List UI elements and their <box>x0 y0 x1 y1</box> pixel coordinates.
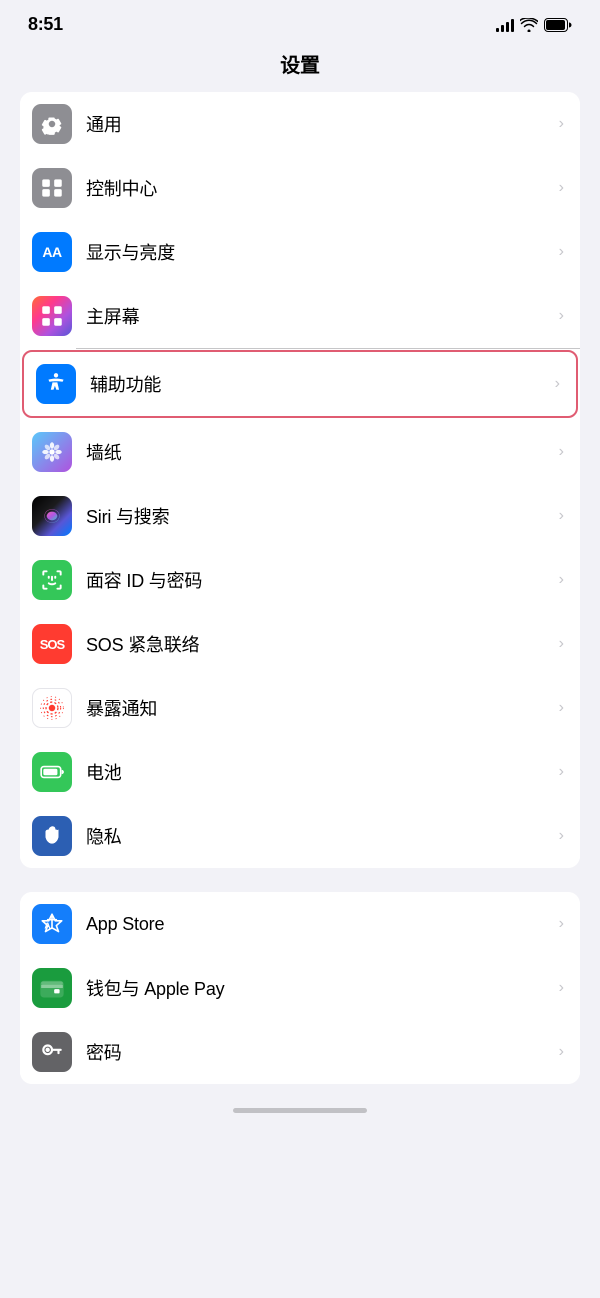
settings-row-control-center[interactable]: 控制中心 › <box>20 156 580 220</box>
settings-row-wallet[interactable]: 钱包与 Apple Pay › <box>20 956 580 1020</box>
grid-icon <box>39 303 65 329</box>
battery-settings-icon-wrap <box>32 752 72 792</box>
accessibility-icon <box>43 371 69 397</box>
display-label: 显示与亮度 <box>86 239 555 265</box>
sos-icon: SOS <box>40 637 64 652</box>
svg-text:A: A <box>44 920 51 930</box>
settings-row-display[interactable]: AA 显示与亮度 › <box>20 220 580 284</box>
exposure-icon-wrap <box>32 688 72 728</box>
page-title-bar: 设置 <box>0 43 600 92</box>
status-icons <box>496 18 572 32</box>
settings-row-wallpaper[interactable]: 墙纸 › <box>20 420 580 484</box>
wallpaper-label: 墙纸 <box>86 439 555 465</box>
gear-icon <box>39 111 65 137</box>
sos-icon-wrap: SOS <box>32 624 72 664</box>
settings-row-general[interactable]: 通用 › <box>20 92 580 156</box>
key-icon <box>39 1039 65 1065</box>
exposure-label: 暴露通知 <box>86 695 555 721</box>
home-screen-chevron: › <box>559 307 564 325</box>
control-center-chevron: › <box>559 179 564 197</box>
home-screen-icon-wrap <box>32 296 72 336</box>
control-center-label: 控制中心 <box>86 175 555 201</box>
section-1: 通用 › 控制中心 › AA 显示与亮度 › <box>20 92 580 868</box>
battery-chevron: › <box>559 763 564 781</box>
siri-icon <box>39 503 65 529</box>
wallpaper-icon-wrap <box>32 432 72 472</box>
page-title: 设置 <box>280 55 319 77</box>
home-indicator <box>233 1108 367 1113</box>
general-icon-wrap <box>32 104 72 144</box>
privacy-icon-wrap <box>32 816 72 856</box>
appstore-label: App Store <box>86 914 555 935</box>
display-chevron: › <box>559 243 564 261</box>
settings-row-face-id[interactable]: 面容 ID 与密码 › <box>20 548 580 612</box>
status-time: 8:51 <box>28 14 63 35</box>
passwords-chevron: › <box>559 1043 564 1061</box>
control-center-icon-wrap <box>32 168 72 208</box>
passwords-label: 密码 <box>86 1039 555 1065</box>
section-2: A App Store › 钱包与 Apple Pay › 密码 <box>20 892 580 1084</box>
appstore-icon-wrap: A <box>32 904 72 944</box>
battery-settings-icon <box>39 759 65 785</box>
exposure-chevron: › <box>559 699 564 717</box>
privacy-label: 隐私 <box>86 823 555 849</box>
sos-chevron: › <box>559 635 564 653</box>
face-id-icon-wrap <box>32 560 72 600</box>
privacy-chevron: › <box>559 827 564 845</box>
settings-row-battery[interactable]: 电池 › <box>20 740 580 804</box>
passwords-icon-wrap <box>32 1032 72 1072</box>
settings-row-sos[interactable]: SOS SOS 紧急联络 › <box>20 612 580 676</box>
settings-row-accessibility[interactable]: 辅助功能 › <box>22 350 578 418</box>
wallet-label: 钱包与 Apple Pay <box>86 975 555 1001</box>
wallet-icon-wrap <box>32 968 72 1008</box>
hand-icon <box>39 823 65 849</box>
settings-row-home-screen[interactable]: 主屏幕 › <box>20 284 580 348</box>
general-label: 通用 <box>86 111 555 137</box>
wallet-icon <box>39 975 65 1001</box>
signal-icon <box>496 18 514 32</box>
face-id-icon <box>39 567 65 593</box>
settings-row-passwords[interactable]: 密码 › <box>20 1020 580 1084</box>
settings-row-siri[interactable]: Siri 与搜索 › <box>20 484 580 548</box>
accessibility-chevron: › <box>555 375 560 393</box>
flower-icon <box>39 439 65 465</box>
sos-label: SOS 紧急联络 <box>86 631 555 657</box>
appstore-chevron: › <box>559 915 564 933</box>
settings-row-privacy[interactable]: 隐私 › <box>20 804 580 868</box>
accessibility-label: 辅助功能 <box>90 371 551 397</box>
battery-label: 电池 <box>86 759 555 785</box>
status-bar: 8:51 <box>0 0 600 43</box>
siri-chevron: › <box>559 507 564 525</box>
siri-label: Siri 与搜索 <box>86 503 555 529</box>
face-id-chevron: › <box>559 571 564 589</box>
face-id-label: 面容 ID 与密码 <box>86 567 555 593</box>
wifi-icon <box>520 18 538 32</box>
accessibility-icon-wrap <box>36 364 76 404</box>
exposure-icon <box>39 695 65 721</box>
settings-row-appstore[interactable]: A App Store › <box>20 892 580 956</box>
general-chevron: › <box>559 115 564 133</box>
battery-icon <box>544 18 572 32</box>
wallet-chevron: › <box>559 979 564 997</box>
wallpaper-chevron: › <box>559 443 564 461</box>
siri-icon-wrap <box>32 496 72 536</box>
appstore-icon: A <box>39 911 65 937</box>
settings-row-exposure[interactable]: 暴露通知 › <box>20 676 580 740</box>
display-icon-wrap: AA <box>32 232 72 272</box>
aa-icon: AA <box>42 244 61 260</box>
toggle-icon <box>39 175 65 201</box>
home-screen-label: 主屏幕 <box>86 303 555 329</box>
